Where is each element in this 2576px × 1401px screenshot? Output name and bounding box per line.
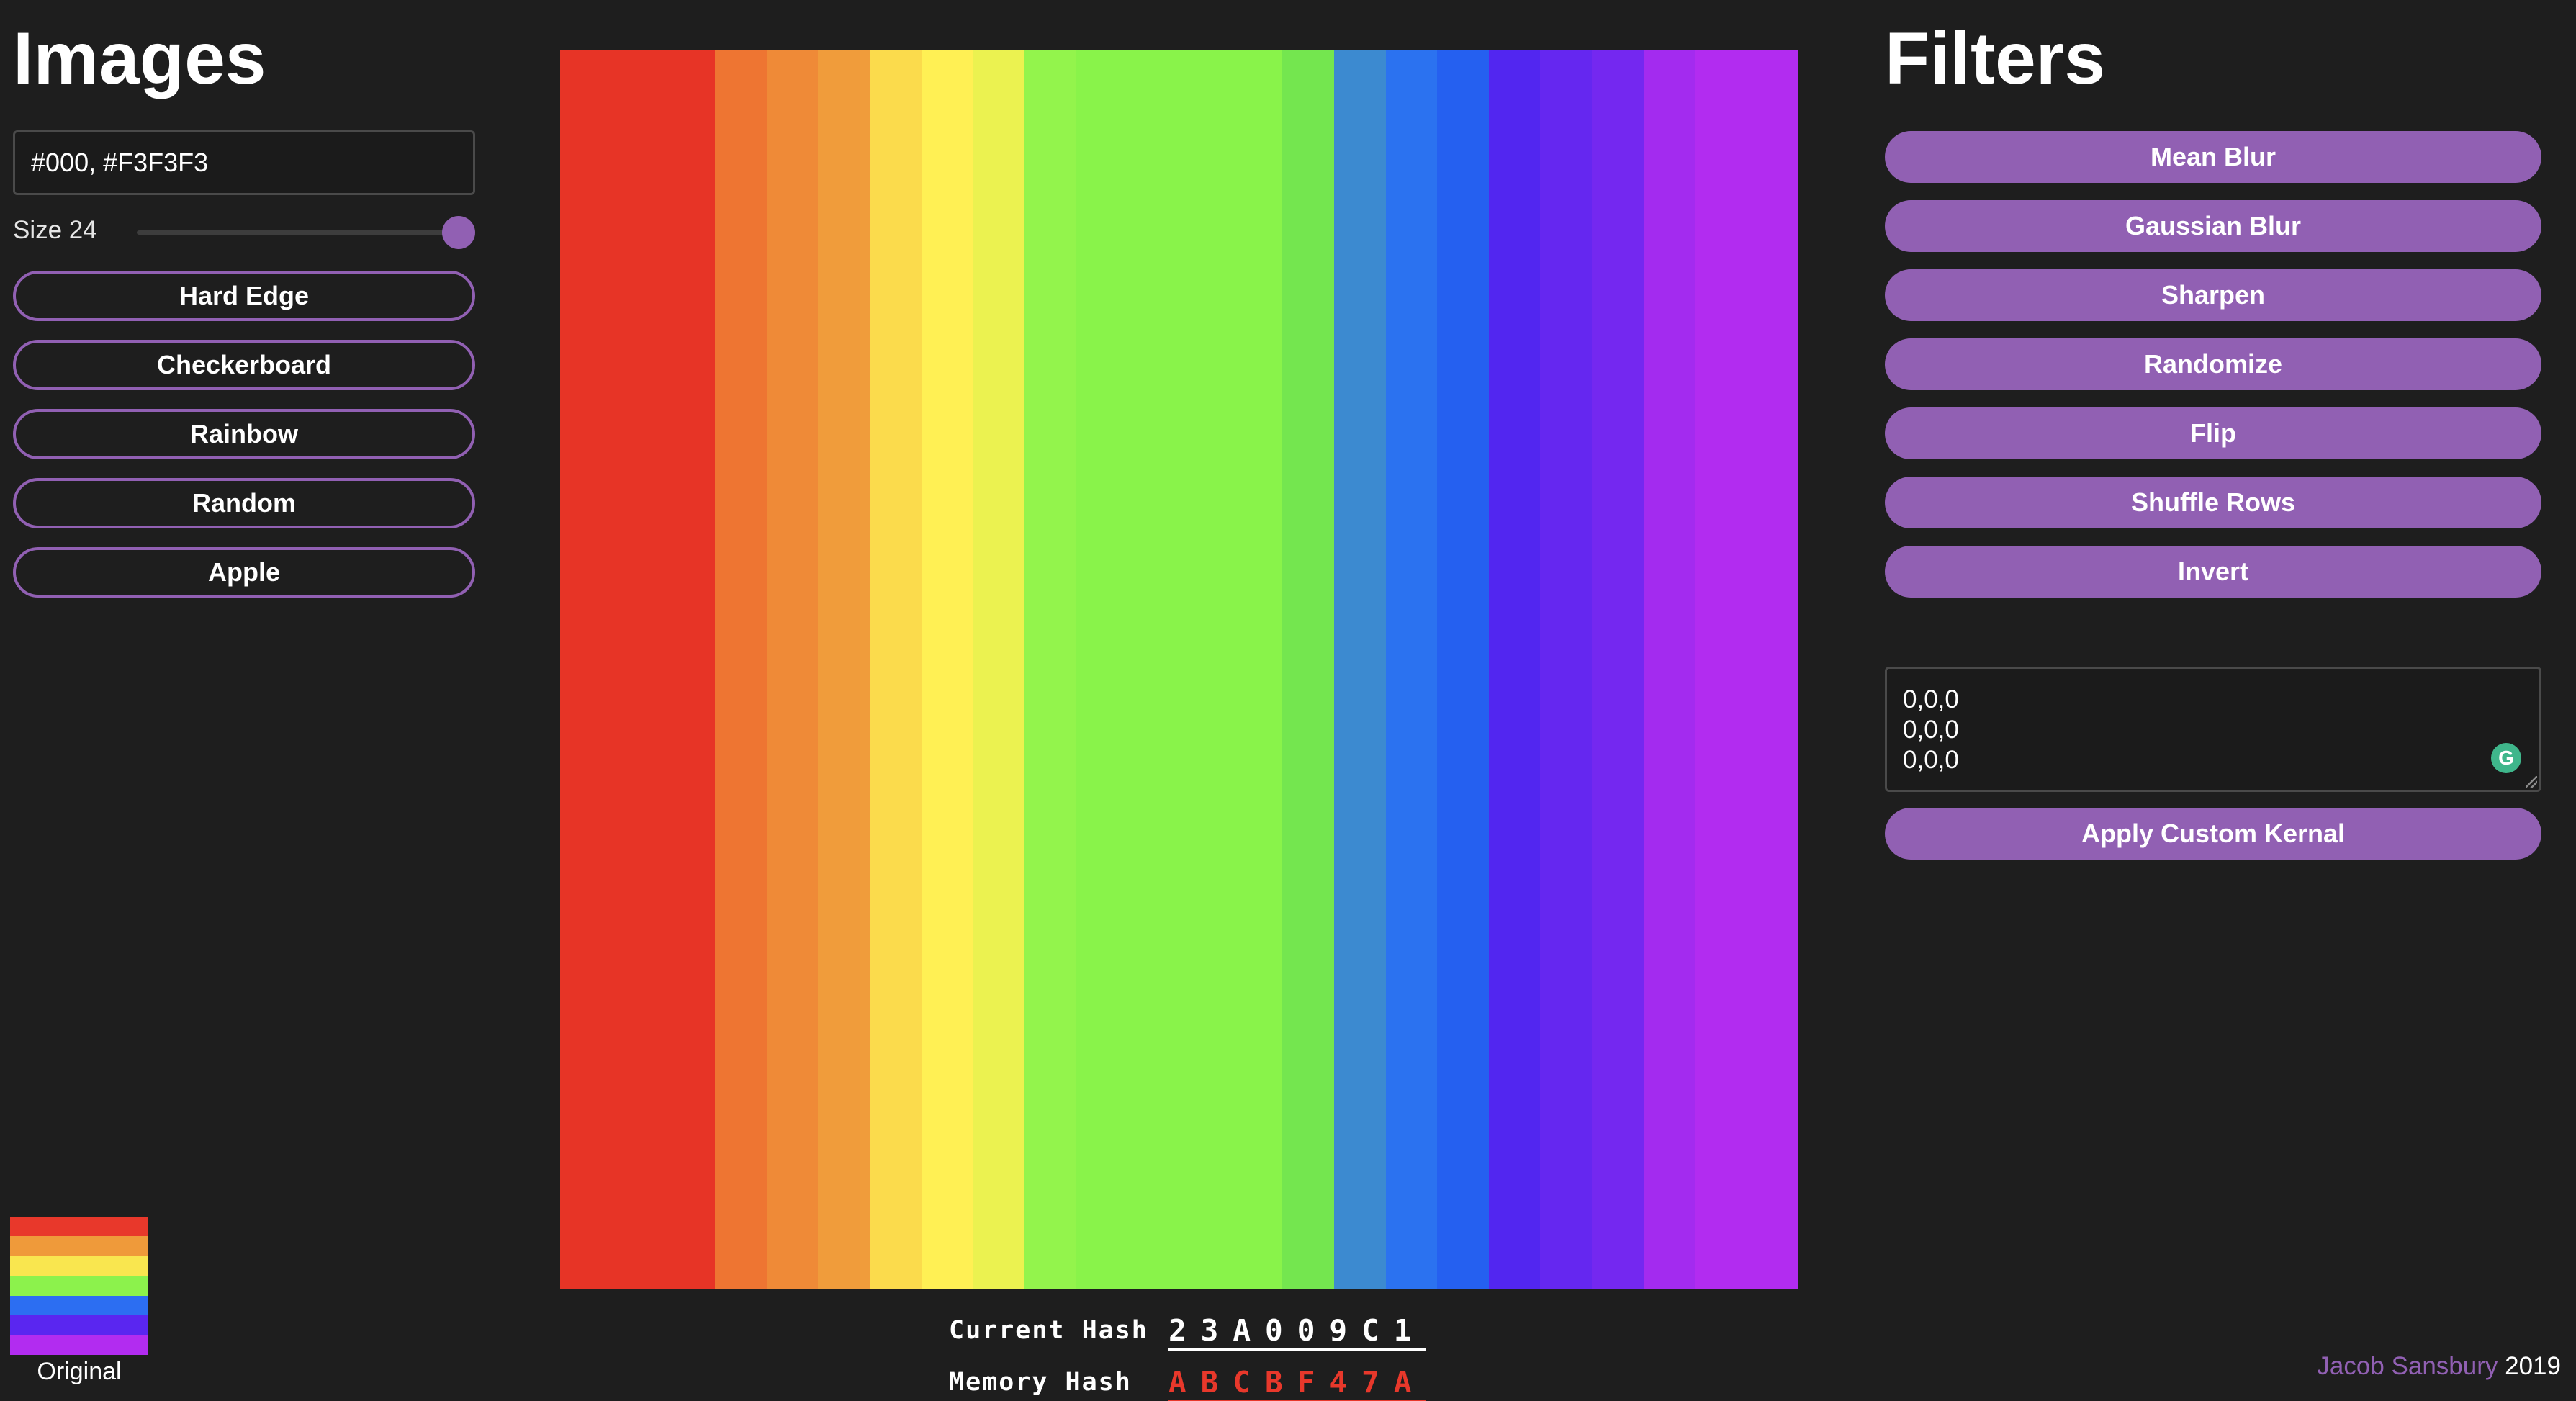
image-canvas: [560, 50, 1798, 1289]
hash-block: Current Hash 23A009C1 Memory Hash ABCBF4…: [949, 1305, 1426, 1401]
original-band: [10, 1295, 148, 1316]
canvas-column: [1024, 50, 1076, 1289]
gaussian-blur-button[interactable]: Gaussian Blur: [1885, 200, 2541, 252]
size-slider[interactable]: [137, 216, 475, 249]
credit-author: Jacob Sansbury: [2317, 1352, 2498, 1380]
canvas-column: [1333, 50, 1386, 1289]
canvas-column: [1540, 50, 1593, 1289]
rainbow-button[interactable]: Rainbow: [13, 409, 475, 459]
filters-title: Filters: [1885, 17, 2106, 99]
original-band: [10, 1217, 148, 1237]
credit: Jacob Sansbury 2019: [2317, 1352, 2561, 1381]
canvas-column: [1230, 50, 1283, 1289]
current-hash-row: Current Hash 23A009C1: [949, 1305, 1426, 1356]
grammar-check-icon[interactable]: G: [2491, 743, 2521, 773]
shuffle-rows-button[interactable]: Shuffle Rows: [1885, 477, 2541, 528]
size-label: Size 24: [13, 216, 97, 244]
canvas-column: [1488, 50, 1541, 1289]
canvas-column: [1282, 50, 1334, 1289]
canvas-column: [560, 50, 612, 1289]
app-root: Images Size 24 Hard Edge Checkerboard Ra…: [0, 0, 2576, 1401]
original-caption: Original: [37, 1358, 122, 1385]
canvas-column: [1179, 50, 1231, 1289]
canvas-column: [921, 50, 973, 1289]
original-band: [10, 1276, 148, 1296]
original-preview: Original: [10, 1217, 148, 1386]
current-hash-value: 23A009C1: [1168, 1313, 1426, 1348]
canvas-column: [869, 50, 922, 1289]
sharpen-button[interactable]: Sharpen: [1885, 269, 2541, 321]
original-thumbnail: [10, 1217, 148, 1355]
size-slider-thumb[interactable]: [441, 216, 475, 249]
size-row: Size 24: [13, 210, 475, 253]
images-title: Images: [13, 17, 266, 99]
original-band: [10, 1315, 148, 1335]
color-input[interactable]: [13, 130, 475, 195]
memory-hash-row: Memory Hash ABCBF47A: [949, 1356, 1426, 1401]
mean-blur-button[interactable]: Mean Blur: [1885, 131, 2541, 183]
invert-button[interactable]: Invert: [1885, 546, 2541, 598]
canvas-column: [1695, 50, 1747, 1289]
canvas-column: [1643, 50, 1695, 1289]
canvas-column: [1592, 50, 1644, 1289]
canvas-column: [818, 50, 870, 1289]
credit-year: 2019: [2505, 1352, 2561, 1380]
memory-hash-value: ABCBF47A: [1168, 1365, 1426, 1400]
canvas-column: [1747, 50, 1798, 1289]
original-band: [10, 1256, 148, 1276]
canvas-column: [973, 50, 1024, 1289]
canvas-column: [714, 50, 767, 1289]
canvas-column: [611, 50, 664, 1289]
canvas-column: [1127, 50, 1179, 1289]
canvas-column: [1076, 50, 1128, 1289]
memory-hash-label: Memory Hash: [949, 1368, 1132, 1397]
original-band: [10, 1236, 148, 1256]
canvas-column: [766, 50, 819, 1289]
original-band: [10, 1335, 148, 1355]
flip-button[interactable]: Flip: [1885, 407, 2541, 459]
hard-edge-button[interactable]: Hard Edge: [13, 271, 475, 321]
canvas-column: [1385, 50, 1438, 1289]
resize-grip-icon[interactable]: [2526, 776, 2537, 788]
apply-custom-kernel-button[interactable]: Apply Custom Kernal: [1885, 808, 2541, 860]
custom-kernel-input[interactable]: [1885, 667, 2541, 792]
random-button[interactable]: Random: [13, 478, 475, 528]
checkerboard-button[interactable]: Checkerboard: [13, 340, 475, 390]
canvas-column: [663, 50, 715, 1289]
current-hash-label: Current Hash: [949, 1316, 1148, 1345]
canvas-column: [1437, 50, 1489, 1289]
apple-button[interactable]: Apple: [13, 547, 475, 598]
randomize-button[interactable]: Randomize: [1885, 338, 2541, 390]
